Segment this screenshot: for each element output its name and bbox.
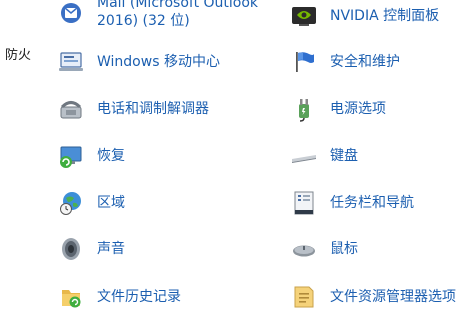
region-label[interactable]: 区域 [97,194,125,212]
mail-label-line1[interactable]: Mail (Microsoft Outlook [97,0,258,12]
left-panel-label: 防火 [5,48,32,63]
sound-label[interactable]: 声音 [97,240,125,258]
power-plug-icon [291,96,317,122]
phone-modem-label[interactable]: 电话和调制解调器 [97,100,209,118]
mail-icon [58,0,84,26]
keyboard-label[interactable]: 键盘 [330,147,358,165]
mail-label-line2[interactable]: 2016) (32 位) [97,12,258,30]
mobility-center-icon [58,49,84,75]
mail-item[interactable]: Mail (Microsoft Outlook 2016) (32 位) [58,0,258,34]
phone-icon [58,96,84,122]
keyboard-icon [291,143,317,169]
folder-options-icon [291,284,317,310]
flag-icon [291,49,317,75]
keyboard-item[interactable]: 键盘 [291,141,358,171]
nvidia-icon [291,3,317,29]
file-explorer-options-item[interactable]: 文件资源管理器选项 [291,282,456,312]
nvidia-control-panel-item[interactable]: NVIDIA 控制面板 [291,1,439,31]
mouse-icon [291,236,317,262]
mouse-item[interactable]: 鼠标 [291,234,358,264]
security-maintenance-item[interactable]: 安全和维护 [291,47,400,77]
file-history-item[interactable]: 文件历史记录 [58,282,181,312]
sound-item[interactable]: 声音 [58,234,125,264]
recovery-label[interactable]: 恢复 [97,147,125,165]
windows-mobility-center-item[interactable]: Windows 移动中心 [58,47,220,77]
taskbar-icon [291,190,317,216]
power-options-item[interactable]: 电源选项 [291,94,386,124]
security-maintenance-label[interactable]: 安全和维护 [330,53,400,71]
nvidia-control-panel-label[interactable]: NVIDIA 控制面板 [330,7,439,25]
speaker-icon [58,236,84,262]
taskbar-navigation-item[interactable]: 任务栏和导航 [291,188,414,218]
recovery-item[interactable]: 恢复 [58,141,125,171]
recovery-icon [58,143,84,169]
mouse-label[interactable]: 鼠标 [330,240,358,258]
file-explorer-options-label[interactable]: 文件资源管理器选项 [330,288,456,306]
taskbar-navigation-label[interactable]: 任务栏和导航 [330,194,414,212]
file-history-icon [58,284,84,310]
globe-clock-icon [58,190,84,216]
file-history-label[interactable]: 文件历史记录 [97,288,181,306]
phone-modem-item[interactable]: 电话和调制解调器 [58,94,209,124]
region-item[interactable]: 区域 [58,188,125,218]
windows-mobility-center-label[interactable]: Windows 移动中心 [97,53,220,71]
power-options-label[interactable]: 电源选项 [330,100,386,118]
